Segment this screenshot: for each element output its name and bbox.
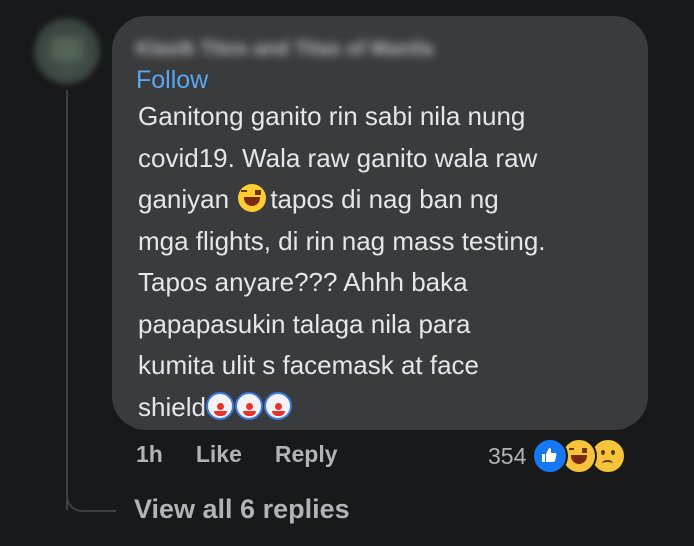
comment-line-text: ganiyan [138,184,230,214]
thread-connector [66,490,116,512]
view-replies-link[interactable]: View all 6 replies [134,494,350,525]
comment-line-text: tapos di nag ban ng [270,184,499,214]
comment-actions: 1h Like Reply [136,441,338,468]
comment-line: kumita ulit s facemask at face [138,350,480,380]
comment-timestamp[interactable]: 1h [136,441,163,468]
avatar-image [52,38,82,60]
comment-line-text: shield [138,391,206,422]
comment-line: papapasukin talaga nila para [138,308,471,339]
clown-emoji-icon [234,391,263,420]
comment-line: ganiyan tapos di nag ban ng [138,179,628,221]
like-button[interactable]: Like [196,441,242,468]
clown-emoji-icon [205,391,234,420]
comment-bubble: Klasik Titos and Titas of Manila Follow … [112,16,648,430]
tears-of-joy-emoji-icon [238,184,267,212]
clown-emoji-icon [263,391,292,420]
comment-line: Ganitong ganito rin sabi nila nung [138,101,526,131]
comment-line: covid19. Wala raw ganito wala raw [138,142,538,173]
reactions-summary[interactable]: 354 [488,438,627,474]
like-reaction-icon [532,438,569,474]
reaction-count: 354 [488,442,527,469]
comment-text: Ganitong ganito rin sabi nila nung covid… [138,96,628,428]
comment-line: shield [138,387,628,429]
thread-line [66,90,68,510]
comment-author[interactable]: Klasik Titos and Titas of Manila [136,38,433,61]
comment-line: mga flights, di rin nag mass testing. [138,225,546,256]
reply-button[interactable]: Reply [275,441,338,468]
comment-line: Tapos anyare??? Ahhh baka [138,267,468,297]
follow-button[interactable]: Follow [136,66,208,95]
